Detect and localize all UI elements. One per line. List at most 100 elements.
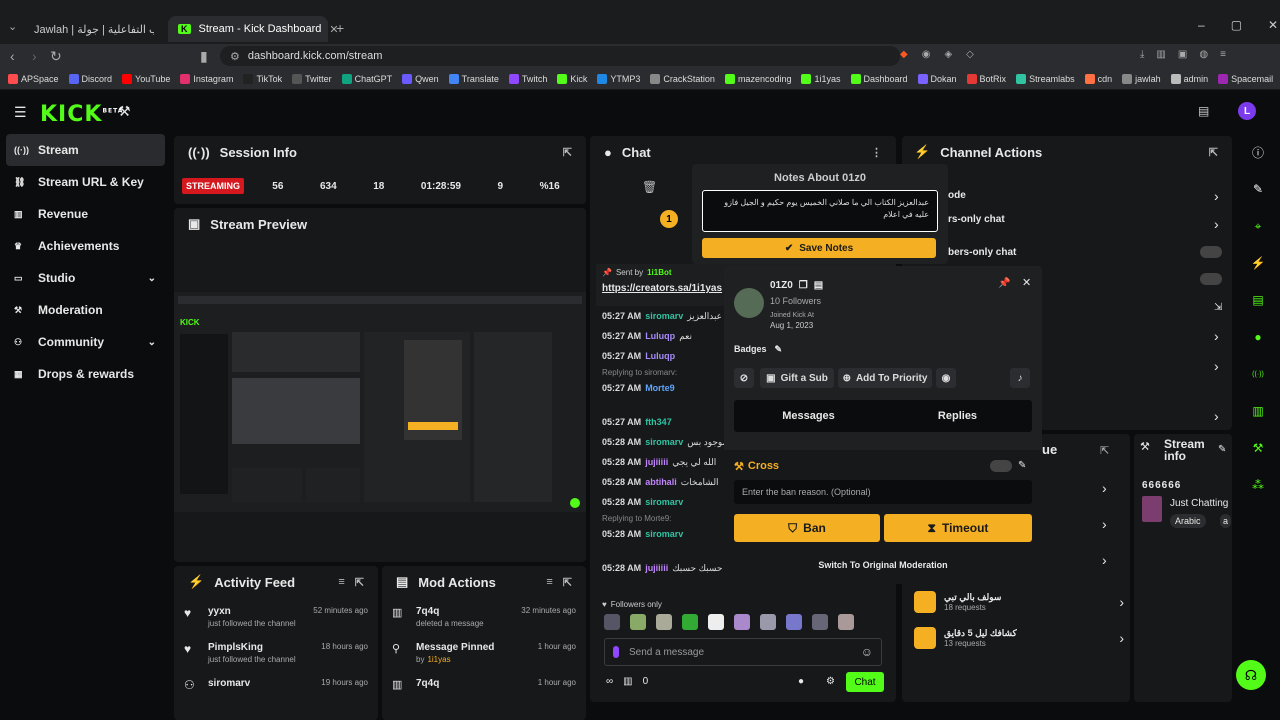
message-username[interactable]: siromarv	[645, 437, 683, 447]
chevron-right-icon[interactable]: ›	[1102, 552, 1107, 568]
emote-icon[interactable]	[838, 614, 854, 630]
sidebar-item-studio[interactable]: ▭ Studio ⌄	[0, 262, 170, 294]
timeout-button[interactable]: ⧗ Timeout	[884, 514, 1032, 542]
popout-icon[interactable]: ⇱	[1209, 146, 1218, 159]
message-username[interactable]: fth347	[645, 417, 672, 427]
message-username[interactable]: siromarv	[645, 529, 683, 539]
bookmark-item[interactable]: TikTok	[243, 73, 282, 84]
extension-icon[interactable]: ◉	[922, 49, 931, 60]
bookmark-item[interactable]: APSpace	[8, 73, 59, 84]
sidebar-item-stream[interactable]: ((·)) Stream	[6, 134, 165, 166]
bookmark-item[interactable]: admin	[1170, 73, 1208, 84]
bookmark-item[interactable]: YTMP3	[597, 73, 640, 84]
document-icon[interactable]: ▤	[1240, 288, 1276, 312]
bookmark-item[interactable]: cdn	[1084, 73, 1112, 84]
ban-icon[interactable]: ⊘	[734, 368, 754, 388]
download-icon[interactable]: ⤓	[1140, 49, 1144, 60]
url-field[interactable]: ⚙ dashboard.kick.com/stream	[220, 46, 900, 66]
support-headset-icon[interactable]: ☊	[1236, 660, 1266, 690]
sidebar-item-drops-rewards[interactable]: ▦ Drops & rewards	[0, 358, 170, 390]
save-notes-button[interactable]: ✔ Save Notes	[702, 238, 936, 258]
chevron-right-icon[interactable]: ›	[1214, 188, 1219, 204]
bookmark-item[interactable]: Translate	[448, 73, 499, 84]
tab-replies[interactable]: Replies	[883, 400, 1032, 432]
chevron-right-icon[interactable]: ›	[1119, 630, 1124, 646]
message-username[interactable]: Luluqp	[645, 331, 675, 341]
tab-jawlah[interactable]: Jawlah | منصة الألعاب التفاعلية | جولة	[24, 16, 166, 42]
wallet-icon[interactable]: ▣	[1178, 49, 1187, 60]
store-icon[interactable]: ▤	[1198, 104, 1209, 118]
message-username[interactable]: jujiiiii	[645, 457, 668, 467]
switch-moderation-link[interactable]: Switch To Original Moderation	[724, 560, 1042, 570]
queue-item[interactable]: سولف بالي تبي 18 requests ›	[914, 584, 1124, 620]
chevron-down-icon[interactable]: ⌄	[148, 337, 156, 348]
site-info-icon[interactable]: ⚙	[230, 50, 240, 63]
bookmark-item[interactable]: Streamlabs	[1016, 73, 1075, 84]
pin-icon[interactable]: 📌	[998, 278, 1010, 289]
emote-icon[interactable]	[682, 614, 698, 630]
bookmark-icon[interactable]: ▮	[200, 48, 208, 65]
close-window-icon[interactable]: ✕	[1268, 18, 1278, 32]
emote-icon[interactable]	[734, 614, 750, 630]
hamburger-menu-icon[interactable]: ☰	[14, 104, 27, 121]
add-priority-button[interactable]: ⊕ Add To Priority	[838, 368, 932, 388]
lightning-icon[interactable]: ⚡	[1240, 251, 1276, 275]
trash-icon[interactable]: 🗑	[642, 180, 657, 194]
chevron-down-icon[interactable]: ⌄	[148, 273, 156, 284]
info-icon[interactable]: ⓘ	[1240, 140, 1276, 164]
emote-icon[interactable]	[786, 614, 802, 630]
mic-icon[interactable]	[613, 646, 619, 658]
message-username[interactable]: Morte9	[645, 383, 675, 393]
nodes-icon[interactable]: ⁂	[1240, 473, 1276, 497]
tab-messages[interactable]: Messages	[734, 400, 883, 432]
bookmark-item[interactable]: Dokan	[917, 73, 957, 84]
popout-icon[interactable]: ⇱	[563, 576, 572, 589]
message-username[interactable]: siromarv	[645, 311, 683, 321]
bookmark-item[interactable]: Twitter	[292, 73, 332, 84]
chat-input[interactable]: Send a message ☺	[604, 638, 882, 666]
emote-icon[interactable]	[630, 614, 646, 630]
close-icon[interactable]: ✕	[1022, 276, 1031, 289]
bookmark-item[interactable]: ChatGPT	[341, 73, 392, 84]
bookmark-item[interactable]: Kick	[557, 73, 587, 84]
popout-icon[interactable]: ⇱	[563, 146, 572, 159]
minimize-icon[interactable]: –	[1198, 18, 1205, 32]
users-icon[interactable]: ∞	[606, 676, 613, 687]
bookmark-item[interactable]: Dashboard	[850, 73, 908, 84]
emoji-icon[interactable]: ☺	[861, 645, 873, 659]
bookmark-item[interactable]: YouTube	[122, 73, 170, 84]
gift-sub-button[interactable]: ▣ Gift a Sub	[760, 368, 834, 388]
forward-icon[interactable]: ›	[32, 48, 37, 64]
pencil-icon[interactable]: ✎	[1240, 177, 1276, 201]
sidebar-item-community[interactable]: ⚇ Community ⌄	[0, 326, 170, 358]
chevron-right-icon[interactable]: ›	[1119, 594, 1124, 610]
queue-item[interactable]: كشافك ليل 5 دقايق 13 requests ›	[914, 620, 1124, 656]
tab-kick-dashboard[interactable]: K Stream - Kick Dashboard ✕	[168, 16, 339, 42]
target-icon[interactable]: ⌖	[1240, 214, 1276, 238]
sidebar-item-stream-url-key[interactable]: ⛓ Stream URL & Key	[0, 166, 170, 198]
message-username[interactable]: abtihali	[645, 477, 677, 487]
edit-icon[interactable]: ✎	[1018, 460, 1026, 471]
more-options-icon[interactable]: ⋮	[871, 146, 882, 159]
toggle-switch[interactable]	[1200, 273, 1222, 285]
chevron-right-icon[interactable]: ›	[1102, 480, 1107, 496]
chevron-right-icon[interactable]: ›	[1214, 358, 1219, 374]
bookmark-item[interactable]: Spacemail	[1218, 73, 1273, 84]
reload-icon[interactable]: ↻	[50, 48, 62, 65]
popout-icon[interactable]: ⇱	[1100, 444, 1109, 457]
chevron-right-icon[interactable]: ›	[1214, 408, 1219, 424]
filter-icon[interactable]: ≡	[546, 576, 552, 588]
broadcast-icon[interactable]: ((·))	[1240, 362, 1276, 386]
back-icon[interactable]: ‹	[10, 48, 15, 64]
sidebar-item-moderation[interactable]: ⚒ Moderation	[0, 294, 170, 326]
message-username[interactable]: jujiiiii	[645, 563, 668, 573]
chat-send-button[interactable]: Chat	[846, 672, 884, 692]
eye-icon[interactable]: ◉	[936, 368, 956, 388]
ban-button[interactable]: ⛉ Ban	[734, 514, 880, 542]
maximize-icon[interactable]: ▢	[1231, 18, 1242, 32]
edit-icon[interactable]: ✎	[775, 344, 783, 355]
emote-icon[interactable]	[604, 614, 620, 630]
sidebar-toggle-icon[interactable]: ▥	[1156, 49, 1165, 60]
sidebar-item-revenue[interactable]: ▥ Revenue	[0, 198, 170, 230]
message-username[interactable]: Luluqp	[645, 351, 675, 361]
